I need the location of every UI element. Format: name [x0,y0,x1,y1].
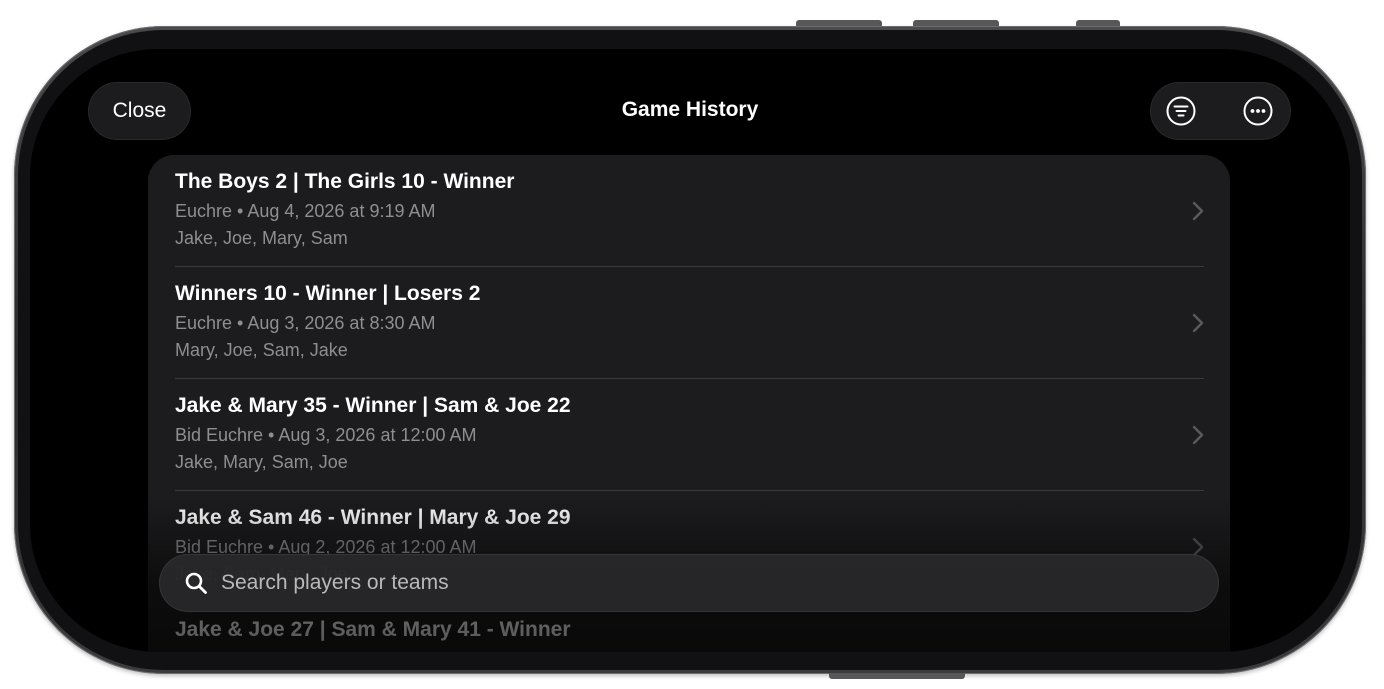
game-row[interactable]: Winners 10 - Winner | Losers 2 Euchre • … [148,267,1230,379]
game-players: Jake, Joe, Mary, Sam [175,228,348,248]
game-score-title: Winners 10 - Winner | Losers 2 [175,282,481,305]
filter-button[interactable] [1165,95,1197,127]
game-score-title: Jake & Joe 27 | Sam & Mary 41 - Winner [175,618,571,641]
hardware-button [829,673,965,679]
game-row[interactable]: The Boys 2 | The Girls 10 - Winner Euchr… [148,155,1230,267]
game-score-title: Jake & Sam 46 - Winner | Mary & Joe 29 [175,506,571,529]
search-input[interactable] [221,554,1181,612]
game-row[interactable]: Jake & Mary 35 - Winner | Sam & Joe 22 B… [148,379,1230,491]
game-type-date: Euchre • Aug 4, 2026 at 9:19 AM [175,201,436,221]
filter-lines-icon [1166,96,1196,126]
screen: Close Game History The Boys 2 | The Girl… [30,49,1350,652]
more-button[interactable] [1242,95,1274,127]
nav-actions-group [1150,82,1291,140]
search-bar[interactable] [159,554,1219,612]
hardware-button [796,20,882,26]
search-icon [185,572,207,594]
chevron-right-icon [1192,201,1204,221]
hardware-button [1076,20,1120,26]
game-players: Mary, Joe, Sam, Jake [175,340,348,360]
chevron-right-icon [1192,425,1204,445]
game-players: Jake, Mary, Sam, Joe [175,452,348,472]
game-score-title: Jake & Mary 35 - Winner | Sam & Joe 22 [175,394,571,417]
hardware-button [913,20,999,26]
game-type-date: Bid Euchre • Aug 3, 2026 at 12:00 AM [175,425,477,445]
ellipsis-circle-icon [1243,96,1273,126]
chevron-right-icon [1192,313,1204,333]
game-type-date: Euchre • Aug 3, 2026 at 8:30 AM [175,313,436,333]
game-score-title: The Boys 2 | The Girls 10 - Winner [175,170,515,193]
